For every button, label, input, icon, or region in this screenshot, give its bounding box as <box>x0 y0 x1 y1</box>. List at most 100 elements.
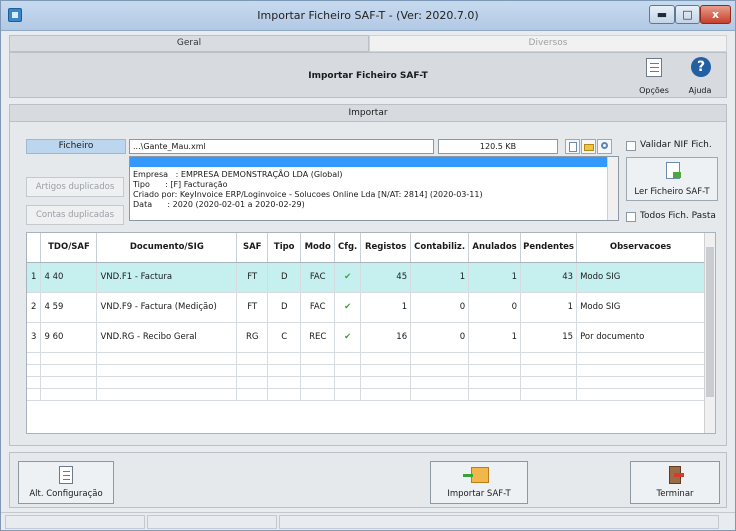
cell-anulados: 0 <box>468 292 522 323</box>
status-segment <box>279 515 719 529</box>
cell-saf: FT <box>236 292 269 323</box>
cell-pendentes: 43 <box>520 262 578 293</box>
cell-pendentes: 1 <box>520 292 578 323</box>
search-file-button[interactable] <box>597 139 612 154</box>
info-selected-line <box>130 157 607 167</box>
empty-row <box>27 388 705 401</box>
ajuda-button[interactable]: ? Ajuda <box>680 55 720 97</box>
read-file-icon <box>666 162 681 179</box>
empty-row <box>27 376 705 389</box>
info-scrollbar[interactable] <box>607 157 618 220</box>
ler-ficheiro-label: Ler Ficheiro SAF-T <box>634 187 710 197</box>
check-icon: ✔ <box>334 292 362 323</box>
document-icon <box>569 142 577 152</box>
cell-contabiliz: 0 <box>410 322 470 353</box>
info-line: Data : 2020 (2020-02-01 a 2020-02-29) <box>133 200 305 209</box>
column-header[interactable]: Cfg. <box>334 233 362 263</box>
importar-section-title: Importar <box>10 105 726 122</box>
ler-ficheiro-button[interactable]: Ler Ficheiro SAF-T <box>626 157 718 201</box>
terminar-label: Terminar <box>656 489 694 499</box>
import-icon <box>463 467 489 483</box>
cell-anulados: 1 <box>468 262 522 293</box>
table-row[interactable]: 3 9 60 VND.RG - Recibo Geral RG C REC ✔ … <box>27 322 705 353</box>
cell-registos: 45 <box>360 262 412 293</box>
check-icon: ✔ <box>334 262 362 293</box>
contas-duplicadas-button[interactable]: Contas duplicadas <box>26 205 124 225</box>
column-header[interactable]: TDO/SAF <box>40 233 98 263</box>
cell-modo: REC <box>300 322 336 353</box>
browse-folder-button[interactable] <box>581 139 596 154</box>
validar-nif-checkbox[interactable] <box>626 141 636 151</box>
scrollbar-thumb[interactable] <box>706 247 714 397</box>
opcoes-label: Opções <box>639 86 669 95</box>
opcoes-button[interactable]: Opções <box>634 55 674 97</box>
table-scrollbar[interactable] <box>704 233 715 433</box>
help-icon: ? <box>691 57 711 77</box>
validar-nif-label: Validar NIF Fich. <box>640 140 712 150</box>
column-header[interactable]: Documento/SIG <box>96 233 238 263</box>
cell-tipo: D <box>267 262 302 293</box>
cell-tipo: D <box>267 292 302 323</box>
column-header[interactable]: Tipo <box>267 233 302 263</box>
maximize-button[interactable]: □ <box>675 5 700 24</box>
row-number: 2 <box>27 292 42 323</box>
cell-pendentes: 15 <box>520 322 578 353</box>
main-window: Importar Ficheiro SAF-T - (Ver: 2020.7.0… <box>0 0 736 531</box>
checklist-icon <box>59 466 73 484</box>
alt-configuracao-button[interactable]: Alt. Configuração <box>18 461 114 504</box>
file-path-field[interactable]: ...\Gante_Mau.xml <box>129 139 434 154</box>
folder-icon <box>584 144 594 151</box>
info-line: Empresa : EMPRESA DEMONSTRAÇÃO LDA (Glob… <box>133 170 343 179</box>
cell-saf: RG <box>236 322 269 353</box>
table-row[interactable]: 1 4 40 VND.F1 - Factura FT D FAC ✔ 45 1 … <box>27 262 705 293</box>
cell-tdo: 4 40 <box>40 262 98 293</box>
column-header[interactable]: Contabiliz. <box>410 233 470 263</box>
column-header[interactable]: Modo <box>300 233 336 263</box>
file-size-field: 120.5 KB <box>438 139 558 154</box>
cell-documento: VND.F9 - Factura (Medição) <box>96 292 238 323</box>
cell-modo: FAC <box>300 292 336 323</box>
cell-observacoes: Modo SIG <box>576 262 705 293</box>
empty-row <box>27 364 705 377</box>
cell-observacoes: Modo SIG <box>576 292 705 323</box>
info-text: Empresa : EMPRESA DEMONSTRAÇÃO LDA (Glob… <box>133 170 483 210</box>
column-header[interactable]: SAF <box>236 233 269 263</box>
view-file-button[interactable] <box>565 139 580 154</box>
minimize-button[interactable]: ▬ <box>649 5 675 24</box>
importar-saft-button[interactable]: Importar SAF-T <box>430 461 528 504</box>
cell-contabiliz: 1 <box>410 262 470 293</box>
column-header[interactable]: Registos <box>360 233 412 263</box>
todos-fich-checkbox[interactable] <box>626 212 636 222</box>
terminar-button[interactable]: Terminar <box>630 461 720 504</box>
close-button[interactable]: x <box>700 5 731 24</box>
cell-saf: FT <box>236 262 269 293</box>
page-title: Importar Ficheiro SAF-T <box>308 71 428 81</box>
ajuda-label: Ajuda <box>688 86 712 95</box>
column-header[interactable]: Anulados <box>468 233 522 263</box>
table-row[interactable]: 2 4 59 VND.F9 - Factura (Medição) FT D F… <box>27 292 705 323</box>
column-header[interactable]: Pendentes <box>520 233 578 263</box>
column-header[interactable] <box>27 233 42 263</box>
info-line: Criado por: KeyInvoice ERP/Loginvoice - … <box>133 190 483 199</box>
column-header[interactable]: Observacoes <box>576 233 705 263</box>
tab-diversos[interactable]: Diversos <box>369 35 727 52</box>
cell-anulados: 1 <box>468 322 522 353</box>
status-bar <box>1 512 735 530</box>
artigos-duplicados-button[interactable]: Artigos duplicados <box>26 177 124 197</box>
tab-geral[interactable]: Geral <box>9 35 369 52</box>
row-number: 3 <box>27 322 42 353</box>
checklist-icon <box>646 58 662 77</box>
file-info-box[interactable]: Empresa : EMPRESA DEMONSTRAÇÃO LDA (Glob… <box>129 156 619 221</box>
documents-table: TDO/SAF Documento/SIG SAF Tipo Modo Cfg.… <box>26 232 716 434</box>
cell-observacoes: Por documento <box>576 322 705 353</box>
importar-panel: Importar Ficheiro ...\Gante_Mau.xml 120.… <box>9 104 727 446</box>
cell-modo: FAC <box>300 262 336 293</box>
cell-contabiliz: 0 <box>410 292 470 323</box>
cell-tdo: 4 59 <box>40 292 98 323</box>
table-header-row: TDO/SAF Documento/SIG SAF Tipo Modo Cfg.… <box>27 233 705 263</box>
empty-row <box>27 352 705 365</box>
status-segment <box>147 515 277 529</box>
todos-fich-label: Todos Fich. Pasta <box>640 211 716 221</box>
cell-registos: 16 <box>360 322 412 353</box>
exit-door-icon <box>669 466 684 484</box>
